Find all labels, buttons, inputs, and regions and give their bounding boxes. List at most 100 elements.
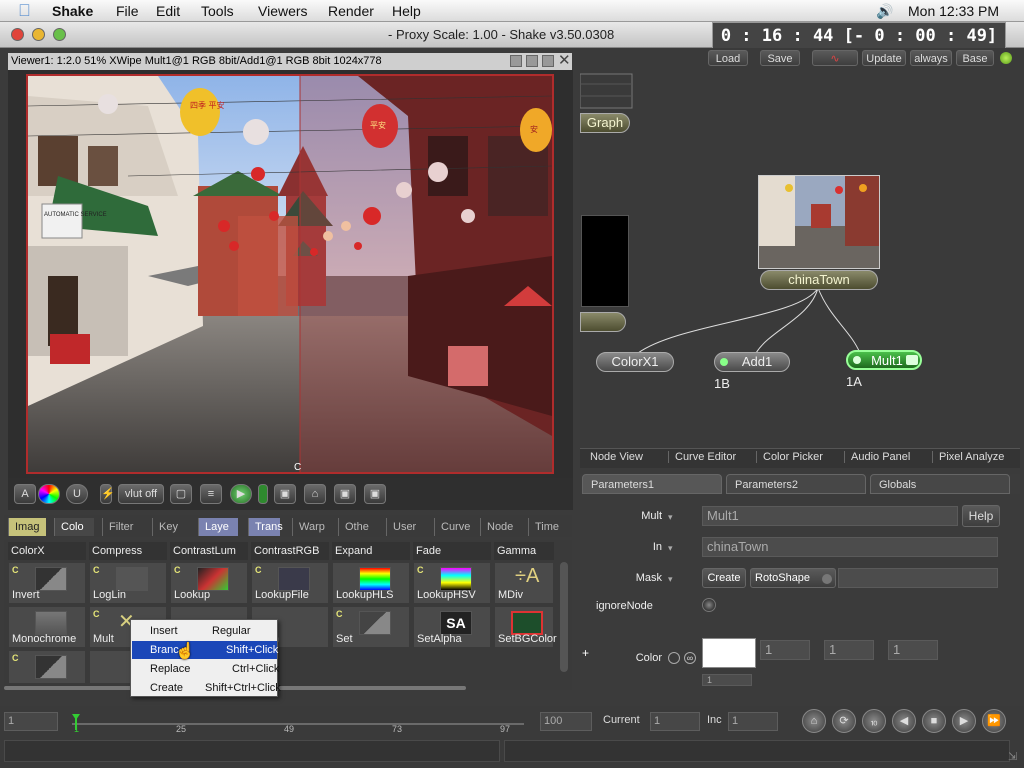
color-g-field[interactable]: 1 — [824, 640, 874, 660]
viewer-close-icon[interactable]: ✕ — [558, 52, 571, 69]
tool-lookupfile[interactable]: C LookupFile — [251, 562, 329, 604]
in-dropdown-icon[interactable]: ▾ — [668, 543, 673, 554]
tool-setalpha[interactable]: SA SetAlpha — [413, 606, 491, 648]
tab-node[interactable]: Node — [480, 518, 522, 536]
tool-lookuphls[interactable]: LookupHLS — [332, 562, 410, 604]
home-frame-icon[interactable]: ⌂ — [802, 709, 826, 733]
update-button[interactable]: Update — [862, 50, 906, 66]
loop-icon[interactable]: ⟳ — [832, 709, 856, 733]
key-forward-icon[interactable]: ⏩ — [982, 709, 1006, 733]
curve-toggle-icon[interactable]: ∿ — [812, 50, 858, 66]
menu-edit[interactable]: Edit — [156, 3, 180, 19]
tool-invert[interactable]: C Invert — [8, 562, 86, 604]
tool-setbgcolor[interactable]: SetBGColor — [494, 606, 557, 648]
channel-a-button[interactable]: A — [14, 484, 36, 504]
graph-button[interactable]: Graph — [580, 113, 630, 133]
tool-expand[interactable]: Expand — [332, 542, 410, 560]
node-view[interactable]: Graph chinaTown ColorX1 Add1 Mult1 1B 1A — [580, 68, 1020, 448]
tool-lookuphsv[interactable]: C LookupHSV — [413, 562, 491, 604]
rotoshape-dropdown-icon[interactable] — [822, 574, 832, 584]
save-button[interactable]: Save — [760, 50, 800, 66]
menu-tools[interactable]: Tools — [201, 3, 234, 19]
time-slider[interactable]: 1 25 49 73 97 — [66, 710, 530, 734]
color-picker-icon[interactable]: ∞ — [684, 652, 696, 664]
play-icon[interactable]: ▶ — [230, 484, 252, 504]
tool-contrastlum[interactable]: ContrastLum — [170, 542, 248, 560]
color-swatch[interactable] — [702, 638, 756, 668]
tab-parameters1[interactable]: Parameters1 — [582, 474, 722, 494]
tool-contrastrgb[interactable]: ContrastRGB — [251, 542, 329, 560]
ctx-insert[interactable]: InsertRegular Click — [132, 622, 277, 655]
tab-color-picker[interactable]: Color Picker — [756, 451, 823, 463]
lightning-icon[interactable]: ⚡ — [100, 484, 115, 504]
play-backward-icon[interactable]: ◀ — [892, 709, 916, 733]
tab-globals[interactable]: Globals — [870, 474, 1010, 494]
color-wheel-icon[interactable] — [38, 484, 60, 504]
tool-lookup[interactable]: C Lookup — [170, 562, 248, 604]
viewer-split-icon[interactable] — [526, 55, 538, 67]
partial-param-field[interactable]: 1 — [702, 674, 752, 686]
ctx-create[interactable]: Create Shift+Ctrl+Click — [132, 679, 281, 697]
tab-audio-panel[interactable]: Audio Panel — [844, 451, 910, 463]
node-view-icon[interactable] — [906, 355, 918, 365]
tab-layer[interactable]: Laye — [198, 518, 238, 536]
node-add1[interactable]: Add1 — [714, 352, 790, 372]
tool-fade[interactable]: Fade — [413, 542, 491, 560]
play-forward-icon[interactable]: ▶ — [952, 709, 976, 733]
node-thumbnail-black[interactable] — [581, 215, 629, 307]
key-back-icon[interactable]: ⏨ — [862, 709, 886, 733]
input-node-field[interactable]: chinaTown — [702, 537, 998, 557]
roi-frame-icon[interactable]: ▢ — [170, 484, 192, 504]
partial-node-label[interactable] — [580, 312, 626, 332]
tool-monochrome[interactable]: Monochrome — [8, 606, 86, 648]
chinatown-node-thumbnail[interactable] — [758, 175, 880, 269]
viewer-maximize-icon[interactable] — [542, 55, 554, 67]
mult-dropdown-icon[interactable]: ▾ — [668, 512, 673, 523]
tab-user[interactable]: User — [386, 518, 430, 536]
increment-field[interactable]: 1 — [728, 712, 778, 731]
end-frame-field[interactable]: 100 — [540, 712, 592, 731]
apple-menu-icon[interactable]:  — [18, 1, 31, 21]
tab-parameters2[interactable]: Parameters2 — [726, 474, 866, 494]
monitor-icon[interactable]: ▣ — [364, 484, 386, 504]
volume-icon[interactable]: 🔊 — [876, 3, 893, 20]
tool-set[interactable]: C Set — [332, 606, 410, 648]
tab-key[interactable]: Key — [152, 518, 194, 536]
zoom-window-button[interactable] — [53, 28, 66, 41]
update-u-button[interactable]: U — [66, 484, 88, 504]
close-window-button[interactable] — [11, 28, 24, 41]
tab-node-view[interactable]: Node View — [590, 451, 643, 463]
wipe-handle-marker[interactable]: C — [294, 462, 301, 473]
ignorenode-toggle[interactable] — [702, 598, 716, 612]
ctx-branch[interactable]: Branc Shift+Click — [132, 641, 278, 659]
tab-other[interactable]: Othe — [338, 518, 380, 536]
mask-node-field[interactable] — [838, 568, 998, 588]
mask-dropdown-icon[interactable]: ▾ — [668, 574, 673, 585]
viewer-layout-icon[interactable] — [510, 55, 522, 67]
node-enable-icon[interactable] — [720, 358, 728, 366]
node-enable-icon[interactable] — [853, 356, 861, 364]
expand-plus-icon[interactable]: + — [582, 646, 589, 660]
home-icon[interactable]: ⌂ — [304, 484, 326, 504]
vlut-button[interactable]: vlut off — [118, 484, 164, 504]
menu-help[interactable]: Help — [392, 3, 421, 19]
ctx-replace[interactable]: Replace Ctrl+Click — [132, 660, 279, 678]
tab-color[interactable]: Colo — [54, 518, 94, 536]
help-button[interactable]: Help — [962, 505, 1000, 527]
tab-time[interactable]: Time — [528, 518, 572, 536]
viewer-script-icon[interactable]: ≡ — [200, 484, 222, 504]
base-button[interactable]: Base — [956, 50, 994, 66]
tool-compress[interactable]: Compress — [89, 542, 167, 560]
green-indicator-icon[interactable] — [258, 484, 268, 504]
tool-loglin[interactable]: C LogLin — [89, 562, 167, 604]
app-menu[interactable]: Shake — [52, 3, 93, 19]
color-anim-icon[interactable] — [668, 652, 680, 664]
minimize-window-button[interactable] — [32, 28, 45, 41]
viewer-image[interactable]: AUTOMATIC SERVICE 四季 平安 平安 安 — [26, 74, 554, 474]
load-button[interactable]: Load — [708, 50, 748, 66]
menu-viewers[interactable]: Viewers — [258, 3, 308, 19]
tool-colorx[interactable]: ColorX — [8, 542, 86, 560]
node-name-field[interactable]: Mult1 — [702, 506, 958, 526]
tab-curve[interactable]: Curve — [434, 518, 482, 536]
tab-image[interactable]: Imag — [8, 518, 46, 536]
